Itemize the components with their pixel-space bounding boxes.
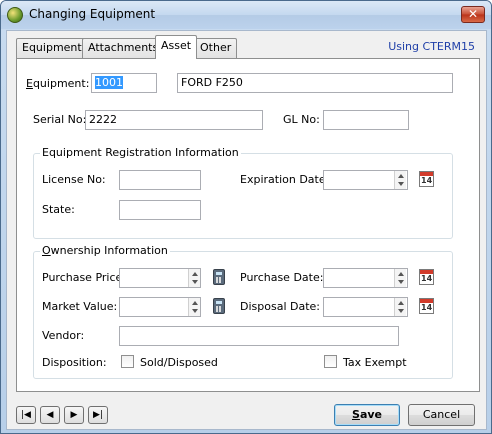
- disposition-label: Disposition:: [42, 356, 107, 369]
- tab-other[interactable]: Other: [194, 38, 238, 58]
- registration-group-title: Equipment Registration Information: [40, 146, 241, 159]
- vendor-field[interactable]: [119, 326, 399, 346]
- sold-disposed-label: Sold/Disposed: [140, 356, 218, 369]
- cancel-button[interactable]: Cancel: [408, 404, 475, 426]
- purchase-price-spinner[interactable]: [188, 269, 200, 287]
- calendar-icon[interactable]: 14: [419, 298, 434, 314]
- serial-no-label: Serial No:: [33, 113, 87, 126]
- app-icon: [7, 7, 23, 23]
- ownership-group: Ownership Information Purchase Price: Pu…: [33, 244, 453, 379]
- state-label: State:: [42, 203, 75, 216]
- tax-exempt-checkbox[interactable]: [324, 355, 337, 368]
- market-value-spinner[interactable]: [188, 298, 200, 316]
- license-no-label: License No:: [42, 173, 106, 186]
- close-button[interactable]: ✕: [461, 6, 485, 23]
- equipment-id-field[interactable]: 1001: [91, 73, 157, 93]
- ownership-group-title: Ownership Information: [40, 244, 170, 257]
- previous-record-button[interactable]: ◀: [40, 406, 60, 424]
- asset-tab-panel: Equipment: 1001 FORD F250 Serial No: 222…: [16, 58, 480, 392]
- equipment-label: Equipment:: [26, 77, 90, 90]
- dialog-client-area: Equipment Attachments Asset Other Using …: [6, 30, 487, 430]
- calculator-icon[interactable]: [213, 298, 225, 314]
- expiration-date-label: Expiration Date:: [240, 173, 330, 186]
- calendar-icon[interactable]: 14: [419, 171, 434, 187]
- gl-no-label: GL No:: [283, 113, 320, 126]
- equipment-description-field[interactable]: FORD F250: [177, 73, 453, 93]
- purchase-date-label: Purchase Date:: [240, 271, 324, 284]
- serial-no-field[interactable]: 2222: [85, 110, 263, 130]
- license-no-field[interactable]: [119, 170, 201, 190]
- first-record-button[interactable]: |◀: [16, 406, 36, 424]
- dialog-window: Changing Equipment ✕ Equipment Attachmen…: [0, 0, 492, 434]
- title-bar[interactable]: Changing Equipment ✕: [1, 1, 491, 29]
- disposal-date-spinner[interactable]: [394, 298, 406, 316]
- tab-equipment[interactable]: Equipment: [16, 38, 88, 58]
- state-field[interactable]: [119, 200, 201, 220]
- tax-exempt-label: Tax Exempt: [343, 356, 407, 369]
- next-record-button[interactable]: ▶: [64, 406, 84, 424]
- disposal-date-label: Disposal Date:: [240, 300, 320, 313]
- last-record-button[interactable]: ▶|: [88, 406, 108, 424]
- window-title: Changing Equipment: [29, 7, 156, 21]
- sold-disposed-checkbox[interactable]: [121, 355, 134, 368]
- calculator-icon[interactable]: [213, 269, 225, 285]
- vendor-label: Vendor:: [42, 329, 85, 342]
- save-button[interactable]: Save: [334, 404, 400, 426]
- market-value-label: Market Value:: [42, 300, 118, 313]
- registration-group: Equipment Registration Information Licen…: [33, 146, 453, 239]
- expiration-date-spinner[interactable]: [394, 171, 406, 189]
- purchase-price-label: Purchase Price:: [42, 271, 126, 284]
- calendar-icon[interactable]: 14: [419, 269, 434, 285]
- tab-asset[interactable]: Asset: [155, 35, 198, 59]
- tab-attachments[interactable]: Attachments: [82, 38, 165, 58]
- purchase-date-spinner[interactable]: [394, 269, 406, 287]
- gl-no-field[interactable]: [323, 110, 409, 130]
- using-indicator: Using CTERM15: [388, 40, 475, 53]
